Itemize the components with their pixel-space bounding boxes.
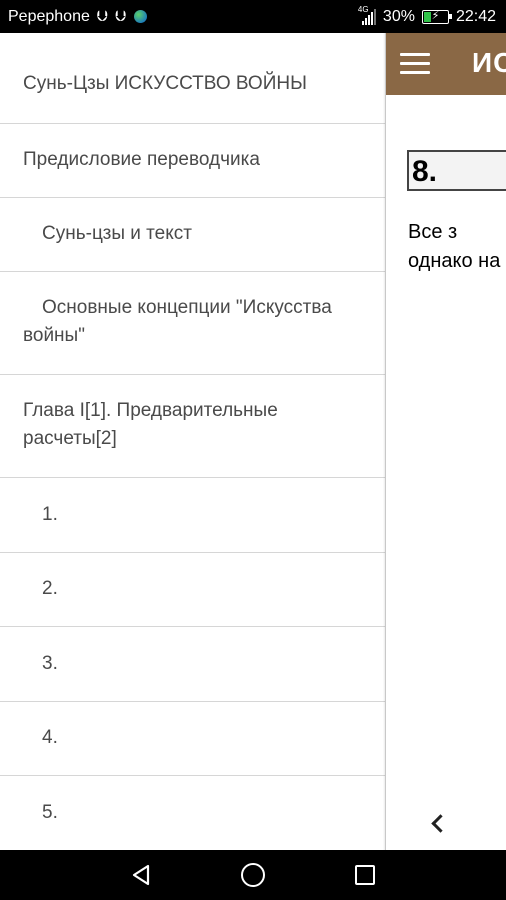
toc-item-title[interactable]: Сунь-Цзы ИСКУССТВО ВОЙНЫ xyxy=(0,33,385,124)
battery-charging-icon: ⚡︎ xyxy=(421,9,452,24)
toc-item-label: 3. xyxy=(42,653,58,674)
toc-item-section-5[interactable]: 5. xyxy=(0,776,385,850)
toc-item-section-2[interactable]: 2. xyxy=(0,553,385,627)
status-bar: Pepephone ⮋ ⮋ 4G 30% ⚡︎ 22:42 xyxy=(0,0,506,33)
chevron-left-icon[interactable] xyxy=(428,809,450,839)
toc-item-label: 4. xyxy=(42,727,58,748)
toc-item-label: Предисловие переводчика xyxy=(23,149,260,170)
app-title: ИС xyxy=(472,47,506,78)
toc-item-section-3[interactable]: 3. xyxy=(0,627,385,702)
network-type-label: 4G xyxy=(357,4,369,14)
home-circle-icon[interactable] xyxy=(241,863,265,887)
chapter-heading: 8. xyxy=(412,155,438,188)
clock-label: 22:42 xyxy=(455,7,496,25)
toc-item-label: Сунь-цзы и текст xyxy=(42,223,192,244)
chapter-heading-box: 8. xyxy=(407,150,506,191)
app-bar: ИС xyxy=(386,33,506,95)
charging-bolt-icon: ⚡︎ xyxy=(431,9,440,22)
chapter-body-text: Все з однако на xyxy=(408,221,501,272)
toc-item-section-4[interactable]: 4. xyxy=(0,702,385,776)
toc-item-label: Сунь-Цзы ИСКУССТВО ВОЙНЫ xyxy=(23,73,307,94)
status-right: 4G 30% ⚡︎ 22:42 xyxy=(358,5,496,26)
toc-item-label: 1. xyxy=(42,504,58,525)
globe-icon xyxy=(133,10,147,23)
signal-icon: 4G xyxy=(358,5,376,25)
usb-icon: ⮋ xyxy=(96,8,109,25)
reader-content: ИС 8. Все з однако на xyxy=(386,33,506,850)
navigation-drawer: Сунь-Цзы ИСКУССТВО ВОЙНЫ Предисловие пер… xyxy=(0,33,386,850)
toc-item-chapter-1[interactable]: Глава I[1]. Предварительные расчеты[2] xyxy=(0,375,385,478)
carrier-label: Pepephone xyxy=(8,7,90,25)
toc-item-label: 2. xyxy=(42,578,58,599)
back-triangle-icon[interactable] xyxy=(130,864,152,886)
toc-item-concepts[interactable]: Основные концепции "Искусства войны" xyxy=(0,272,385,375)
toc-item-label: 5. xyxy=(42,802,58,823)
battery-percent-label: 30% xyxy=(382,7,415,25)
system-navigation-bar xyxy=(0,850,506,900)
toc-item-label: Глава I[1]. Предварительные расчеты[2] xyxy=(23,400,278,449)
recents-square-icon[interactable] xyxy=(355,865,375,885)
toc-item-sunzi-text[interactable]: Сунь-цзы и текст xyxy=(0,198,385,272)
toc-item-preface[interactable]: Предисловие переводчика xyxy=(0,124,385,198)
usb-icon: ⮋ xyxy=(115,8,127,25)
status-left: Pepephone ⮋ ⮋ xyxy=(8,8,147,26)
toc-item-label: Основные концепции "Искусства войны" xyxy=(23,297,332,346)
hamburger-menu-icon[interactable] xyxy=(400,53,430,75)
toc-item-section-1[interactable]: 1. xyxy=(0,478,385,553)
